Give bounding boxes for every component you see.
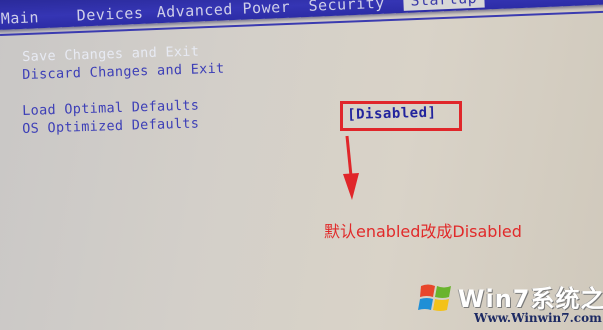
windows-logo-icon bbox=[418, 284, 451, 311]
watermark: Win7系统之家 Www.Winwin7.com bbox=[418, 279, 603, 330]
tab-main[interactable]: Main bbox=[0, 8, 39, 28]
watermark-url: Www.Winwin7.com bbox=[474, 311, 602, 325]
tab-devices[interactable]: Devices bbox=[76, 4, 143, 25]
os-optimized-defaults-option[interactable]: OS Optimized Defaults bbox=[22, 115, 199, 137]
tab-power[interactable]: Power bbox=[242, 0, 290, 18]
down-arrow-icon bbox=[343, 135, 359, 200]
tab-advanced[interactable]: Advanced bbox=[156, 0, 233, 21]
annotation-text: 默认enabled改成Disabled bbox=[324, 222, 522, 241]
tab-security[interactable]: Security bbox=[308, 0, 385, 15]
os-optimized-defaults-value[interactable]: [Disabled] bbox=[347, 105, 437, 123]
watermark-title: Win7系统之家 bbox=[458, 285, 603, 313]
bios-screen: Main Devices Advanced Power Security Sta… bbox=[0, 0, 603, 330]
tab-startup[interactable]: Startup bbox=[402, 0, 485, 11]
